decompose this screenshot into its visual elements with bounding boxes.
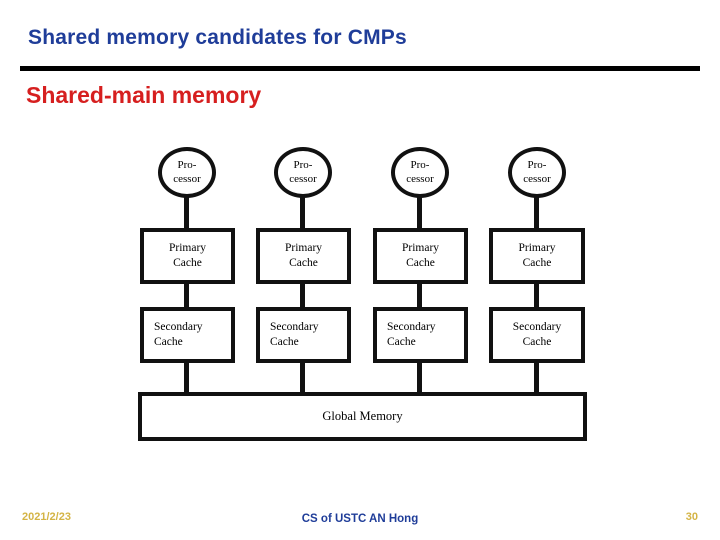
processor-node-4: Pro- cessor (508, 147, 566, 198)
primary-cache-label-line1: Primary (401, 242, 440, 255)
footer-center-text: CS of USTC AN Hong (301, 513, 419, 525)
processor-label-line2: cessor (523, 172, 551, 185)
processor-node-1: Pro- cessor (158, 147, 216, 198)
global-memory-label: Global Memory (322, 409, 403, 423)
processor-label-line1: Pro- (177, 158, 197, 171)
connector-primary-to-secondary-3 (417, 283, 422, 309)
processor-label-line1: Pro- (410, 158, 430, 171)
secondary-cache-label-line2: Cache (154, 336, 183, 348)
connector-processor-to-primary-4 (534, 196, 539, 230)
global-memory-node: Global Memory (138, 392, 587, 441)
primary-cache-node-1: Primary Cache (140, 228, 235, 284)
slide-canvas: Shared memory candidates for CMPs Shared… (0, 0, 720, 540)
secondary-cache-label-line1: Secondary (154, 321, 203, 334)
secondary-cache-node-3: Secondary Cache (373, 307, 468, 363)
processor-label-line2: cessor (406, 172, 434, 185)
processor-label-line1: Pro- (527, 158, 547, 171)
processor-node-2: Pro- cessor (274, 147, 332, 198)
connector-secondary-to-global-1 (184, 362, 189, 394)
connector-processor-to-primary-3 (417, 196, 422, 230)
secondary-cache-label-line1: Secondary (512, 321, 562, 334)
secondary-cache-label-line1: Secondary (270, 321, 319, 334)
secondary-cache-node-4: Secondary Cache (489, 307, 585, 363)
primary-cache-label-line2: Cache (406, 257, 435, 269)
connector-processor-to-primary-1 (184, 196, 189, 230)
secondary-cache-label-line2: Cache (270, 336, 299, 348)
secondary-cache-label-line1: Secondary (387, 321, 436, 334)
primary-cache-label-line1: Primary (518, 242, 556, 255)
secondary-cache-label-line2: Cache (387, 336, 416, 348)
secondary-cache-node-2: Secondary Cache (256, 307, 351, 363)
primary-cache-node-3: Primary Cache (373, 228, 468, 284)
primary-cache-label-line1: Primary (284, 242, 323, 255)
processor-label-line1: Pro- (293, 158, 313, 171)
primary-cache-label-line2: Cache (289, 257, 318, 269)
connector-primary-to-secondary-1 (184, 283, 189, 309)
primary-cache-node-4: Primary Cache (489, 228, 585, 284)
processor-label-line2: cessor (289, 172, 317, 185)
primary-cache-label-line2: Cache (522, 257, 552, 269)
connector-primary-to-secondary-2 (300, 283, 305, 309)
connector-primary-to-secondary-4 (534, 283, 539, 309)
primary-cache-node-2: Primary Cache (256, 228, 351, 284)
shared-main-memory-diagram: Pro- cessor Primary Cache Secondary Cach… (0, 0, 720, 540)
primary-cache-label-line2: Cache (173, 257, 202, 269)
primary-cache-label-line1: Primary (168, 242, 207, 255)
footer-page-number: 30 (685, 511, 698, 523)
connector-processor-to-primary-2 (300, 196, 305, 230)
connector-secondary-to-global-4 (534, 362, 539, 394)
secondary-cache-label-line2: Cache (522, 336, 552, 348)
secondary-cache-node-1: Secondary Cache (140, 307, 235, 363)
processor-node-3: Pro- cessor (391, 147, 449, 198)
connector-secondary-to-global-2 (300, 362, 305, 394)
processor-label-line2: cessor (173, 172, 201, 185)
connector-secondary-to-global-3 (417, 362, 422, 394)
